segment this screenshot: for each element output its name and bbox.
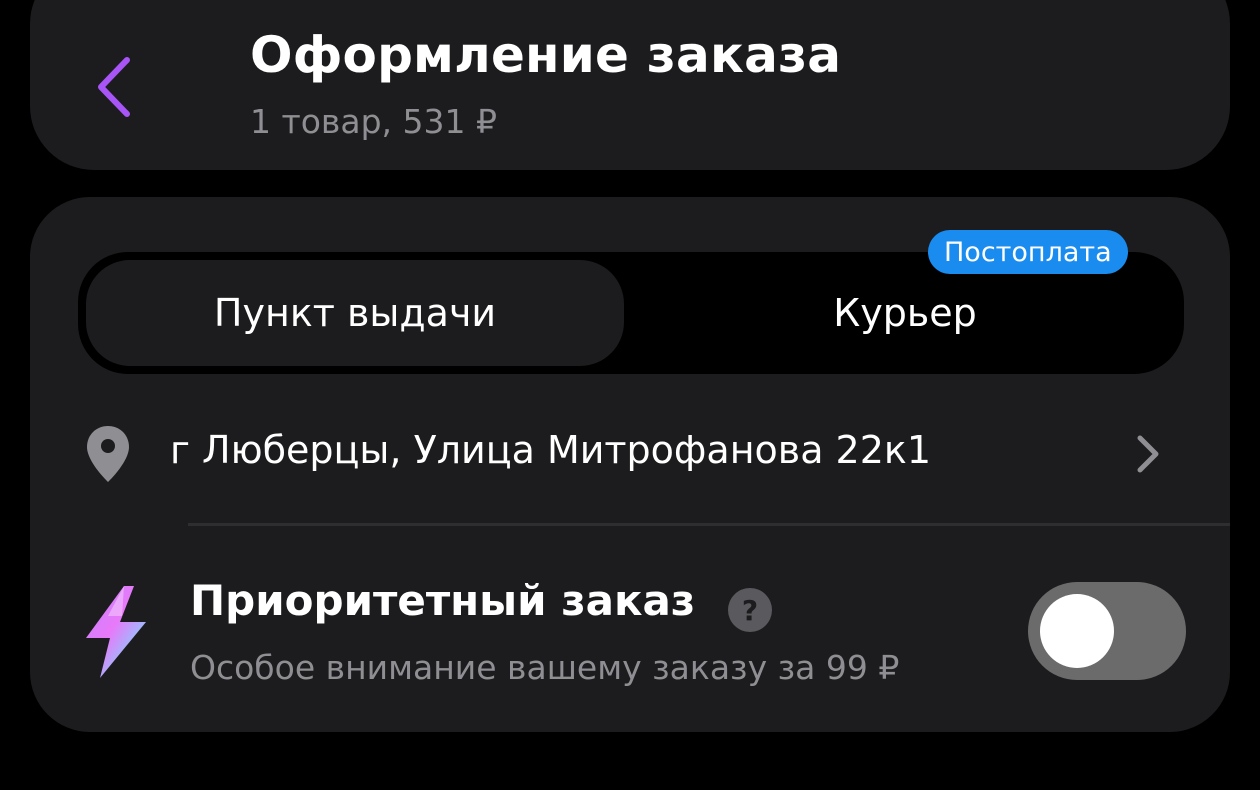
question-mark-icon[interactable]: ?	[728, 588, 772, 632]
address-text: г Люберцы, Улица Митрофанова 22к1	[170, 428, 932, 472]
chevron-right-icon	[1137, 435, 1159, 473]
page-subtitle: 1 товар, 531 ₽	[250, 102, 497, 141]
back-button[interactable]	[78, 42, 148, 132]
address-row[interactable]: г Люберцы, Улица Митрофанова 22к1	[78, 412, 1184, 498]
priority-order-description: Особое внимание вашему заказу за 99 ₽	[190, 648, 900, 687]
divider	[188, 523, 1230, 526]
tab-pickup-point-label: Пункт выдачи	[213, 291, 497, 335]
tab-pickup-point[interactable]: Пункт выдачи	[86, 260, 624, 366]
tab-courier[interactable]: Курьер	[630, 260, 1180, 366]
tab-courier-label: Курьер	[833, 291, 977, 335]
priority-order-toggle[interactable]	[1028, 582, 1186, 680]
postpay-badge: Постоплата	[928, 230, 1128, 274]
lightning-bolt-icon	[86, 586, 146, 678]
page-title: Оформление заказа	[250, 26, 842, 84]
toggle-knob	[1040, 594, 1114, 668]
priority-order-title: Приоритетный заказ	[190, 576, 696, 625]
location-pin-icon	[87, 426, 129, 482]
chevron-left-icon	[98, 57, 130, 117]
